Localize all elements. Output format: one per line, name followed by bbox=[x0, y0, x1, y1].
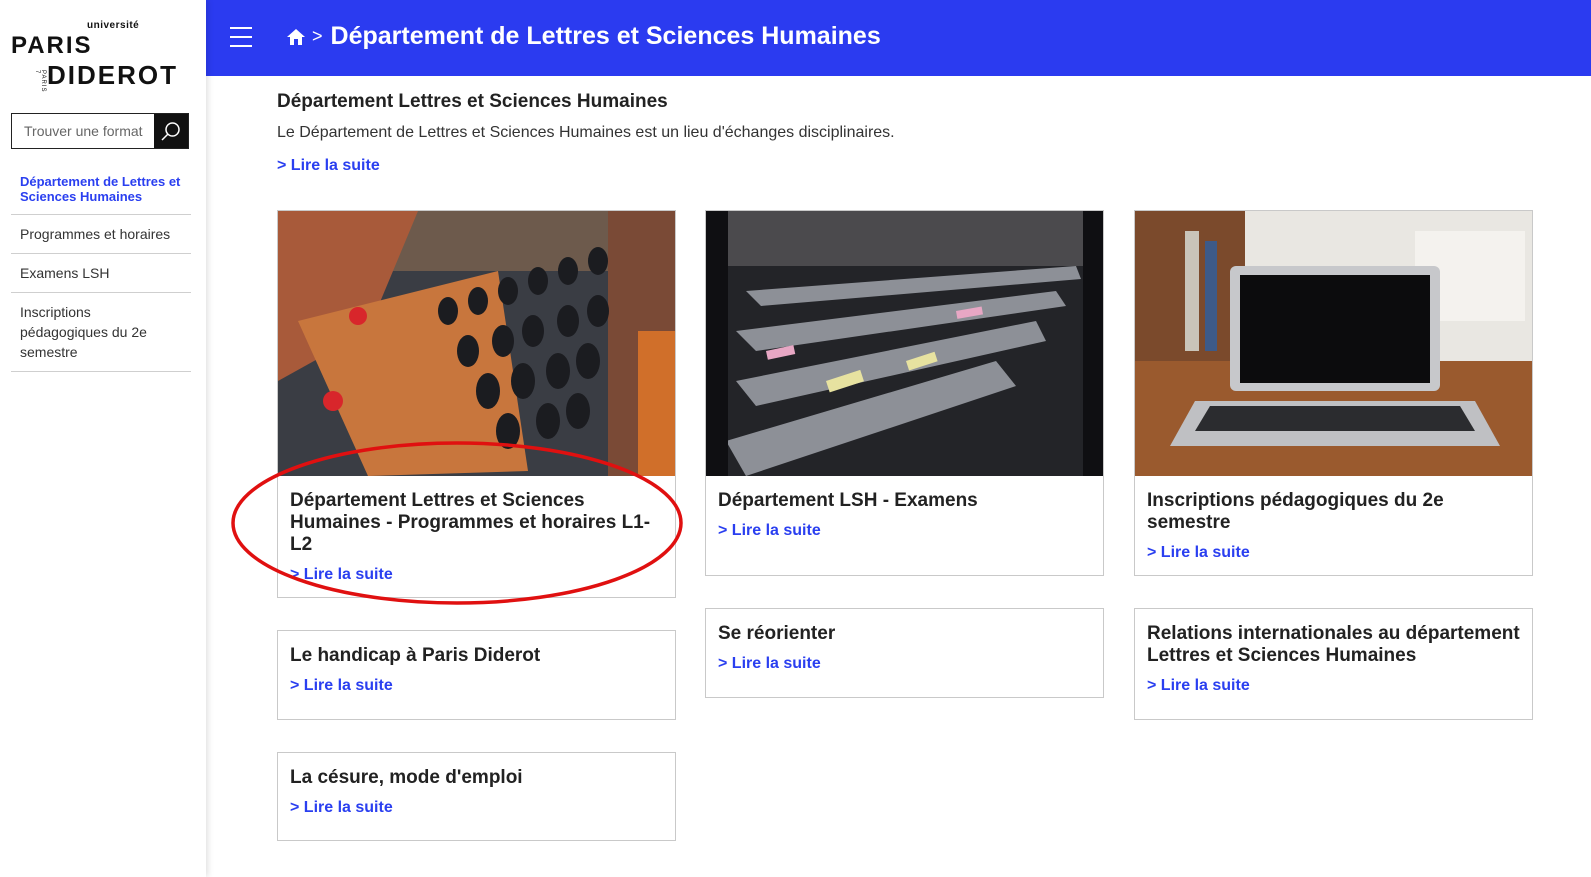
hamburger-menu-icon[interactable] bbox=[230, 27, 252, 47]
card-title[interactable]: Département LSH - Examens bbox=[718, 490, 1091, 512]
card-title[interactable]: La césure, mode d'emploi bbox=[290, 767, 663, 789]
intro-read-more-link[interactable]: > Lire la suite bbox=[277, 157, 380, 175]
sidebar-nav: Département de Lettres et Sciences Humai… bbox=[11, 166, 191, 372]
card-read-more-link[interactable]: > Lire la suite bbox=[290, 799, 663, 817]
breadcrumb: > Département de Lettres et Sciences Hum… bbox=[286, 22, 881, 51]
card-title[interactable]: Département Lettres et Sciences Humaines… bbox=[290, 490, 663, 556]
breadcrumb-separator: > bbox=[312, 26, 323, 46]
card-title[interactable]: Relations internationales au département… bbox=[1147, 623, 1520, 667]
sidebar-item-lsh[interactable]: Département de Lettres et Sciences Humai… bbox=[11, 166, 191, 215]
search-icon bbox=[161, 122, 180, 141]
card-handicap[interactable]: Le handicap à Paris Diderot > Lire la su… bbox=[277, 630, 676, 720]
card-body: Département LSH - Examens > Lire la suit… bbox=[706, 476, 1103, 540]
sidebar-item-inscriptions[interactable]: Inscriptions pédagogiques du 2e semestre bbox=[11, 293, 191, 372]
card-read-more-link[interactable]: > Lire la suite bbox=[290, 566, 663, 584]
search-input[interactable] bbox=[12, 114, 154, 148]
card-body: Relations internationales au département… bbox=[1135, 609, 1532, 695]
logo-universite: université bbox=[87, 20, 140, 31]
card-read-more-link[interactable]: > Lire la suite bbox=[718, 655, 1091, 673]
card-body: Département Lettres et Sciences Humaines… bbox=[278, 476, 675, 584]
logo-paris7: PARIS 7 bbox=[34, 70, 46, 93]
sidebar-item-examens[interactable]: Examens LSH bbox=[11, 254, 191, 293]
card-read-more-link[interactable]: > Lire la suite bbox=[718, 522, 1091, 540]
logo-diderot: DIDEROT bbox=[47, 60, 178, 90]
card-cesure[interactable]: La césure, mode d'emploi > Lire la suite bbox=[277, 752, 676, 841]
search-button[interactable] bbox=[154, 114, 188, 148]
sidebar: université PARIS PARIS 7 DIDEROT Départe… bbox=[0, 0, 206, 877]
card-inscriptions[interactable]: Inscriptions pédagogiques du 2e semestre… bbox=[1134, 210, 1533, 576]
card-title[interactable]: Le handicap à Paris Diderot bbox=[290, 645, 663, 667]
card-image-exam-room bbox=[706, 211, 1103, 476]
card-read-more-link[interactable]: > Lire la suite bbox=[290, 677, 663, 695]
card-reorienter[interactable]: Se réorienter > Lire la suite bbox=[705, 608, 1104, 698]
sidebar-item-programmes[interactable]: Programmes et horaires bbox=[11, 215, 191, 254]
card-body: Inscriptions pédagogiques du 2e semestre… bbox=[1135, 476, 1532, 562]
card-image-laptop bbox=[1135, 211, 1532, 476]
card-image-students bbox=[278, 211, 675, 476]
card-relations-internationales[interactable]: Relations internationales au département… bbox=[1134, 608, 1533, 720]
card-programmes[interactable]: Département Lettres et Sciences Humaines… bbox=[277, 210, 676, 598]
home-icon[interactable] bbox=[286, 27, 306, 47]
card-body: La césure, mode d'emploi > Lire la suite bbox=[278, 753, 675, 817]
logo-paris: PARIS bbox=[11, 32, 93, 59]
card-examens[interactable]: Département LSH - Examens > Lire la suit… bbox=[705, 210, 1104, 576]
top-bar: > Département de Lettres et Sciences Hum… bbox=[206, 0, 1591, 76]
card-body: Se réorienter > Lire la suite bbox=[706, 609, 1103, 673]
intro-title: Département Lettres et Sciences Humaines bbox=[277, 91, 668, 112]
card-read-more-link[interactable]: > Lire la suite bbox=[1147, 677, 1520, 695]
card-title[interactable]: Inscriptions pédagogiques du 2e semestre bbox=[1147, 490, 1520, 534]
university-logo[interactable]: université PARIS PARIS 7 DIDEROT bbox=[11, 18, 191, 98]
card-body: Le handicap à Paris Diderot > Lire la su… bbox=[278, 631, 675, 695]
card-read-more-link[interactable]: > Lire la suite bbox=[1147, 544, 1520, 562]
card-title[interactable]: Se réorienter bbox=[718, 623, 1091, 645]
intro-text: Le Département de Lettres et Sciences Hu… bbox=[277, 124, 895, 141]
page-title: Département de Lettres et Sciences Humai… bbox=[330, 22, 881, 50]
search-box bbox=[11, 113, 189, 149]
